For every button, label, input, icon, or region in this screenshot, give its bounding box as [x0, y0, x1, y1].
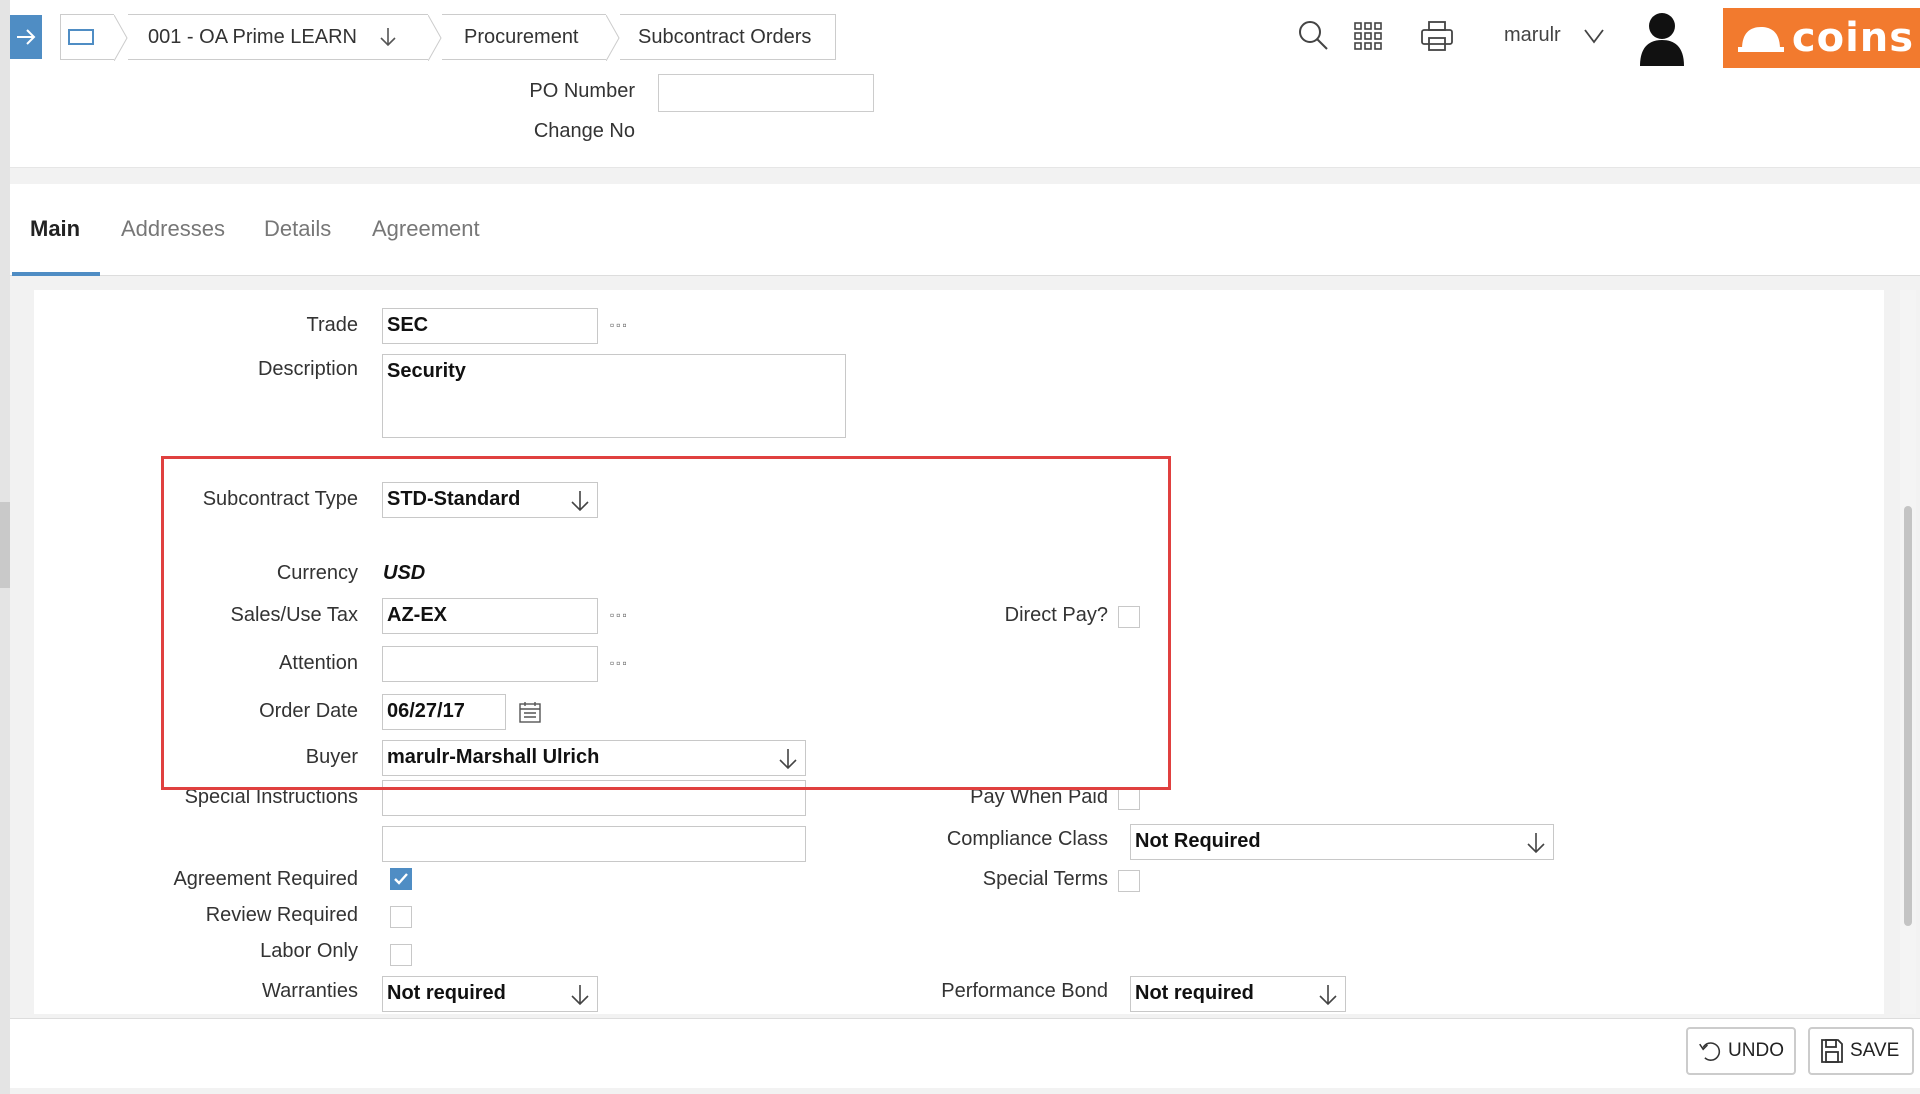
compliance-class-select[interactable]: Not Required	[1130, 824, 1554, 860]
attention-input[interactable]	[382, 646, 598, 682]
breadcrumb-module-label: Procurement	[464, 25, 579, 48]
breadcrumb-page-label: Subcontract Orders	[638, 25, 812, 48]
undo-label: UNDO	[1728, 1040, 1784, 1061]
order-date-input[interactable]: 06/27/17	[382, 694, 506, 730]
checkmark-icon	[394, 873, 408, 885]
performance-bond-value: Not required	[1135, 982, 1254, 1004]
save-label: SAVE	[1850, 1040, 1900, 1061]
tab-agreement[interactable]: Agreement	[372, 216, 480, 242]
breadcrumb-home[interactable]	[60, 14, 128, 61]
footer-toolbar: UNDO SAVE	[10, 1018, 1920, 1088]
buyer-value: marulr-Marshall Ulrich	[387, 746, 600, 768]
home-window-icon	[68, 29, 94, 45]
logo-text: coins	[1791, 15, 1915, 61]
description-label: Description	[257, 358, 358, 380]
special-instructions-label: Special Instructions	[184, 786, 358, 808]
special-terms-label: Special Terms	[982, 868, 1108, 890]
arrow-down-icon[interactable]	[379, 26, 397, 48]
nav-toggle-button[interactable]	[10, 15, 42, 59]
avatar[interactable]	[1636, 10, 1688, 66]
trade-input[interactable]: SEC	[382, 308, 598, 344]
agreement-required-label: Agreement Required	[173, 868, 358, 890]
breadcrumb-company[interactable]: 001 - OA Prime LEARN	[128, 14, 442, 61]
special-instructions-input-1[interactable]	[382, 780, 806, 816]
special-instructions-input-2[interactable]	[382, 826, 806, 862]
tab-bar: Main Addresses Details Agreement	[10, 184, 1920, 276]
arrow-down-icon	[571, 985, 589, 1006]
user-name[interactable]: marulr	[1504, 24, 1561, 47]
direct-pay-checkbox[interactable]	[1118, 606, 1140, 628]
breadcrumb-company-label: 001 - OA Prime LEARN	[148, 25, 357, 48]
apps-grid-icon[interactable]	[1354, 22, 1382, 50]
main-form-panel: Trade SEC ▫▫▫ Description Security Subco…	[34, 290, 1884, 1014]
warranties-value: Not required	[387, 982, 506, 1004]
left-scroll-strip	[0, 0, 10, 1094]
crumb-separator-icon	[114, 15, 128, 61]
save-button[interactable]: SAVE	[1808, 1027, 1914, 1075]
trade-lookup-icon[interactable]: ▫▫▫	[610, 318, 629, 332]
sales-tax-lookup-icon[interactable]: ▫▫▫	[610, 608, 629, 622]
crumb-separator-icon	[428, 15, 442, 61]
buyer-label: Buyer	[305, 746, 358, 768]
arrow-down-icon	[571, 491, 589, 512]
subcontract-type-select[interactable]: STD-Standard	[382, 482, 598, 518]
search-icon[interactable]	[1296, 18, 1330, 52]
arrow-down-icon	[1527, 833, 1545, 854]
undo-icon	[1699, 1042, 1721, 1061]
tab-addresses[interactable]: Addresses	[121, 216, 225, 242]
coins-logo: coins	[1723, 8, 1920, 68]
pay-when-paid-checkbox[interactable]	[1118, 788, 1140, 810]
arrow-down-icon	[1319, 985, 1337, 1006]
compliance-class-value: Not Required	[1135, 830, 1261, 852]
sales-tax-input[interactable]: AZ-EX	[382, 598, 598, 634]
po-number-input[interactable]	[658, 74, 874, 112]
currency-label: Currency	[276, 562, 358, 584]
hard-hat-icon	[1737, 27, 1784, 52]
performance-bond-label: Performance Bond	[941, 980, 1108, 1002]
change-no-label: Change No	[533, 120, 635, 142]
buyer-select[interactable]: marulr-Marshall Ulrich	[382, 740, 806, 776]
po-number-label: PO Number	[529, 80, 635, 102]
active-tab-indicator	[12, 272, 100, 276]
form-scrollbar-thumb[interactable]	[1904, 506, 1912, 926]
calendar-icon[interactable]	[518, 700, 542, 724]
undo-button[interactable]: UNDO	[1686, 1027, 1796, 1075]
trade-label: Trade	[306, 314, 358, 336]
save-disk-icon	[1821, 1039, 1843, 1063]
left-scroll-thumb[interactable]	[0, 502, 10, 588]
labor-only-label: Labor Only	[260, 940, 358, 962]
currency-value: USD	[383, 562, 426, 584]
chevron-down-icon[interactable]	[1582, 24, 1606, 48]
description-textarea[interactable]: Security	[382, 354, 846, 438]
labor-only-checkbox[interactable]	[390, 944, 412, 966]
subcontract-type-label: Subcontract Type	[202, 488, 358, 510]
review-required-checkbox[interactable]	[390, 906, 412, 928]
direct-pay-label: Direct Pay?	[1004, 604, 1108, 626]
performance-bond-select[interactable]: Not required	[1130, 976, 1346, 1012]
arrow-down-icon	[779, 749, 797, 770]
header: 001 - OA Prime LEARN Procurement Subcont…	[10, 0, 1920, 168]
print-icon[interactable]	[1420, 20, 1454, 52]
breadcrumb-page[interactable]: Subcontract Orders	[620, 14, 836, 60]
warranties-label: Warranties	[262, 980, 358, 1002]
subcontract-type-value: STD-Standard	[387, 488, 521, 510]
tab-main[interactable]: Main	[30, 216, 80, 242]
form-scrollbar[interactable]	[1900, 290, 1916, 1014]
breadcrumb-module[interactable]: Procurement	[442, 14, 620, 61]
sales-tax-label: Sales/Use Tax	[230, 604, 358, 626]
attention-lookup-icon[interactable]: ▫▫▫	[610, 656, 629, 670]
tab-details[interactable]: Details	[264, 216, 331, 242]
pay-when-paid-label: Pay When Paid	[970, 786, 1108, 808]
compliance-class-label: Compliance Class	[946, 828, 1108, 850]
special-terms-checkbox[interactable]	[1118, 870, 1140, 892]
review-required-label: Review Required	[205, 904, 358, 926]
attention-label: Attention	[279, 652, 358, 674]
arrow-right-icon	[17, 29, 36, 45]
agreement-required-checkbox[interactable]	[390, 868, 412, 890]
crumb-separator-icon	[606, 15, 620, 61]
order-date-label: Order Date	[259, 700, 358, 722]
warranties-select[interactable]: Not required	[382, 976, 598, 1012]
